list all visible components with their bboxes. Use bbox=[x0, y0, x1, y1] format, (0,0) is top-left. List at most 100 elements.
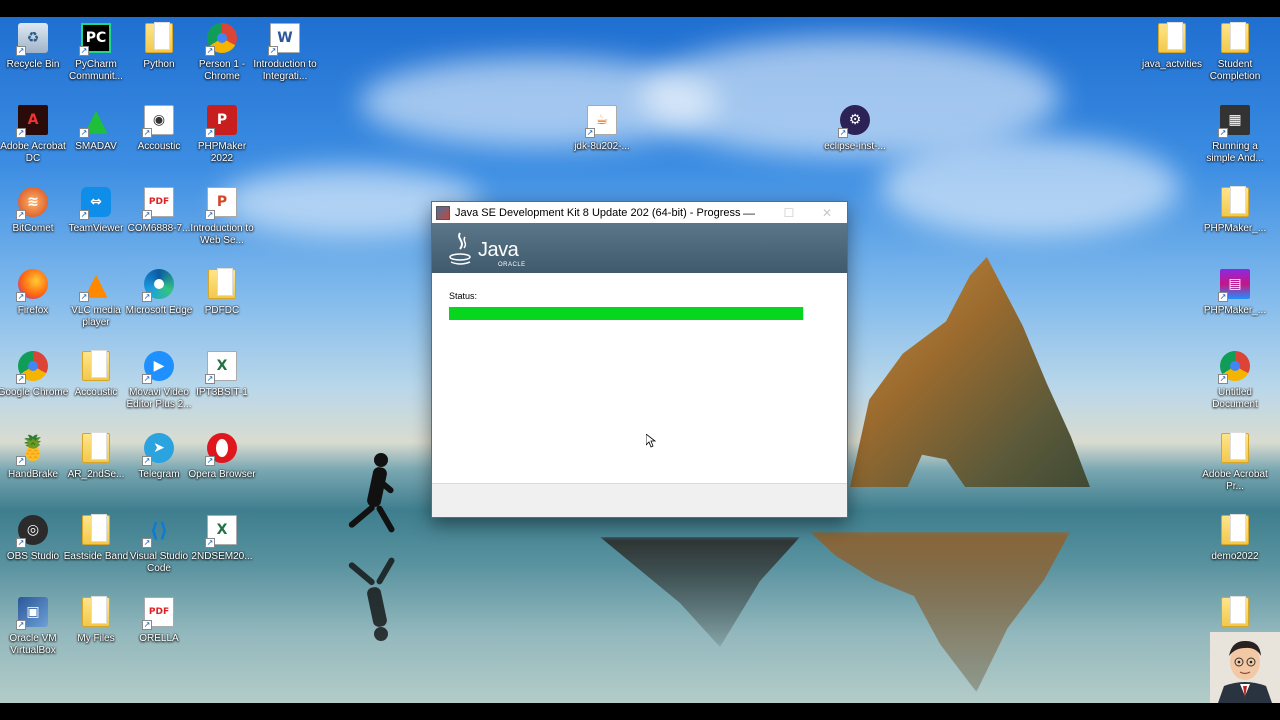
folder-icon bbox=[142, 20, 176, 56]
mouse-cursor-icon bbox=[646, 434, 656, 448]
desktop-icon-label: HandBrake bbox=[7, 469, 59, 480]
excel-icon: X ↗ bbox=[205, 348, 239, 384]
window-titlebar[interactable]: Java SE Development Kit 8 Update 202 (64… bbox=[432, 202, 847, 223]
smadav-icon: ▲ ↗ bbox=[79, 102, 108, 138]
desktop-icon-label: java_actvities bbox=[1141, 59, 1203, 70]
virtualbox-icon: ▣ ↗ bbox=[16, 594, 50, 630]
desktop-icon-label: Running a simple And... bbox=[1206, 141, 1264, 164]
desktop-icon-phpmaker[interactable]: PHPMaker_... bbox=[1202, 184, 1268, 256]
shortcut-arrow-icon: ↗ bbox=[16, 46, 26, 56]
desktop-icon-accoustic[interactable]: ◉ ↗ Accoustic bbox=[126, 102, 192, 174]
desktop-icon-pdfdc[interactable]: PDFDC bbox=[189, 266, 255, 338]
folder-icon bbox=[79, 512, 113, 548]
desktop-icon-opera-browser[interactable]: ↗ Opera Browser bbox=[188, 430, 256, 502]
desktop-icon-teamviewer[interactable]: ⇔ ↗ TeamViewer bbox=[63, 184, 129, 256]
desktop-icon-smadav[interactable]: ▲ ↗ SMADAV bbox=[63, 102, 129, 174]
movavi-icon: ▶ ↗ bbox=[142, 348, 176, 384]
close-button[interactable]: ✕ bbox=[808, 202, 846, 223]
top-letterbox bbox=[0, 0, 1280, 17]
desktop-icon-visual-studio-code[interactable]: ⟨⟩ ↗ Visual Studio Code bbox=[126, 512, 192, 584]
desktop-icon-eastside-band[interactable]: Eastside Band bbox=[63, 512, 129, 584]
desktop-icon-student-completion[interactable]: Student Completion bbox=[1202, 20, 1268, 92]
desktop-icon-2ndsem20[interactable]: X ↗ 2NDSEM20... bbox=[189, 512, 255, 584]
installer-window[interactable]: Java SE Development Kit 8 Update 202 (64… bbox=[431, 201, 848, 518]
desktop-icon-eclipse-inst[interactable]: ⚙ ↗ eclipse-inst-... bbox=[822, 102, 888, 174]
desktop-icon-label: PDFDC bbox=[204, 305, 240, 316]
recycle-bin-icon: ♻ ↗ bbox=[16, 20, 50, 56]
shortcut-arrow-icon: ↗ bbox=[1218, 128, 1228, 138]
java-installer-icon: ☕ ↗ bbox=[585, 102, 619, 138]
pdf-icon: PDF ↗ bbox=[142, 594, 176, 630]
chrome-icon: ↗ bbox=[205, 20, 239, 56]
acrobat-folder-icon bbox=[1218, 430, 1252, 466]
desktop-icon-handbrake[interactable]: 🍍 ↗ HandBrake bbox=[0, 430, 66, 502]
desktop-icon-telegram[interactable]: ➤ ↗ Telegram bbox=[126, 430, 192, 502]
desktop-icon-label: Firefox bbox=[17, 305, 49, 316]
desktop-icon-vlc-media-player[interactable]: ▲ ↗ VLC media player bbox=[63, 266, 129, 338]
desktop-icon-running-a-simple-and[interactable]: ▦ ↗ Running a simple And... bbox=[1202, 102, 1268, 174]
desktop-icon-bitcomet[interactable]: ≋ ↗ BitComet bbox=[0, 184, 66, 256]
desktop-icon-my-files[interactable]: My Files bbox=[63, 594, 129, 666]
folder-icon bbox=[1218, 20, 1252, 56]
desktop-icon-oracle-vm-virtualbox[interactable]: ▣ ↗ Oracle VM VirtualBox bbox=[0, 594, 66, 666]
desktop-icon-google-chrome[interactable]: ↗ Google Chrome bbox=[0, 348, 68, 420]
status-label: Status: bbox=[449, 291, 478, 301]
media-file-icon: ◉ ↗ bbox=[142, 102, 176, 138]
desktop-icon-label: Accoustic bbox=[74, 387, 118, 398]
desktop-icon-label: Visual Studio Code bbox=[129, 551, 189, 574]
desktop-icon-label: Recycle Bin bbox=[6, 59, 60, 70]
desktop-icon-phpmaker-2022[interactable]: P ↗ PHPMaker 2022 bbox=[189, 102, 255, 174]
desktop-icon-movavi-video-editor-plus-2[interactable]: ▶ ↗ Movavi Video Editor Plus 2... bbox=[126, 348, 192, 420]
desktop-icon-phpmaker[interactable]: ▤ ↗ PHPMaker_... bbox=[1202, 266, 1268, 338]
desktop-icon-jdk-8u202[interactable]: ☕ ↗ jdk-8u202-... bbox=[569, 102, 635, 174]
java-banner: Java ORACLE bbox=[432, 223, 847, 273]
desktop-icon-obs-studio[interactable]: ◎ ↗ OBS Studio bbox=[0, 512, 66, 584]
desktop-icon-label: 2NDSEM20... bbox=[191, 551, 253, 562]
folder-icon bbox=[79, 430, 113, 466]
desktop-icon-com6888-7[interactable]: PDF ↗ COM6888-7... bbox=[126, 184, 192, 256]
presenter-avatar bbox=[1210, 632, 1280, 703]
oracle-wordmark: ORACLE bbox=[498, 262, 526, 268]
desktop-icon-pycharm-communit[interactable]: PC ↗ PyCharm Communit... bbox=[63, 20, 129, 92]
desktop-icon-python[interactable]: Python bbox=[126, 20, 192, 92]
desktop-icon-demo2022[interactable]: demo2022 bbox=[1202, 512, 1268, 584]
java-cup-icon bbox=[449, 232, 471, 265]
desktop-icon-label: Accoustic bbox=[137, 141, 181, 152]
handbrake-icon: 🍍 ↗ bbox=[16, 434, 48, 466]
desktop-icon-accoustic[interactable]: Accoustic bbox=[63, 348, 129, 420]
desktop-icon-java-actvities[interactable]: java_actvities bbox=[1139, 20, 1205, 92]
shortcut-arrow-icon: ↗ bbox=[142, 620, 152, 630]
desktop-icon-label: ORELLA bbox=[139, 633, 179, 644]
desktop-icon-label: Untitled Document bbox=[1212, 387, 1258, 410]
desktop-icon-firefox[interactable]: ↗ Firefox bbox=[0, 266, 66, 338]
shortcut-arrow-icon: ↗ bbox=[16, 292, 26, 302]
desktop-icon-ar-2ndse[interactable]: AR_2ndSe... bbox=[63, 430, 129, 502]
rock-reflection bbox=[810, 532, 1070, 692]
shortcut-arrow-icon: ↗ bbox=[205, 456, 215, 466]
desktop-icon-adobe-acrobat-pr[interactable]: Adobe Acrobat Pr... bbox=[1202, 430, 1268, 502]
telegram-icon: ➤ ↗ bbox=[142, 430, 176, 466]
desktop-icon-recycle-bin[interactable]: ♻ ↗ Recycle Bin bbox=[0, 20, 66, 92]
desktop-icon-ipt3bsit-1[interactable]: X ↗ IPT3BSIT-1 bbox=[189, 348, 255, 420]
shortcut-arrow-icon: ↗ bbox=[16, 374, 26, 384]
bitcomet-icon: ≋ ↗ bbox=[16, 184, 50, 220]
desktop-icon-untitled-document[interactable]: ↗ Untitled Document bbox=[1202, 348, 1268, 420]
desktop-icon-introduction-to-integrati[interactable]: W ↗ Introduction to Integrati... bbox=[252, 20, 318, 92]
desktop-icon-label: COM6888-7... bbox=[127, 223, 191, 234]
desktop-icon-introduction-to-web-se[interactable]: P ↗ Introduction to Web Se... bbox=[189, 184, 255, 256]
acrobat-icon: A ↗ bbox=[16, 102, 50, 138]
window-title: Java SE Development Kit 8 Update 202 (64… bbox=[455, 206, 741, 219]
desktop-icon-microsoft-edge[interactable]: ↗ Microsoft Edge bbox=[126, 266, 192, 338]
obs-icon: ◎ ↗ bbox=[16, 512, 50, 548]
shortcut-arrow-icon: ↗ bbox=[79, 210, 89, 220]
minimize-button[interactable]: — bbox=[730, 202, 768, 223]
maximize-button[interactable]: ☐ bbox=[770, 202, 808, 223]
shortcut-arrow-icon: ↗ bbox=[1218, 374, 1228, 384]
desktop-icon-adobe-acrobat-dc[interactable]: A ↗ Adobe Acrobat DC bbox=[0, 102, 66, 174]
desktop-icon-label: SMADAV bbox=[75, 141, 117, 152]
shortcut-arrow-icon: ↗ bbox=[79, 292, 89, 302]
desktop-icon-orella[interactable]: PDF ↗ ORELLA bbox=[126, 594, 192, 666]
edge-icon: ↗ bbox=[142, 266, 176, 302]
desktop-icon-person-1-chrome[interactable]: ↗ Person 1 - Chrome bbox=[189, 20, 255, 92]
desktop-icon-label: Opera Browser bbox=[188, 469, 256, 480]
